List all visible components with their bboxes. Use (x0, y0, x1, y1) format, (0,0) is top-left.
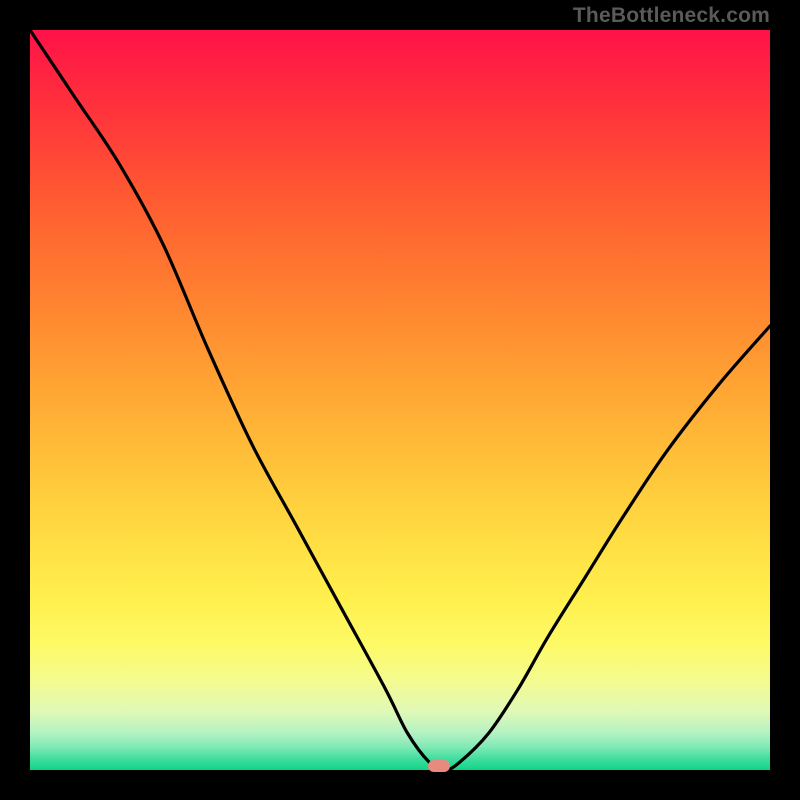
bottleneck-curve (30, 30, 770, 770)
chart-container: TheBottleneck.com (0, 0, 800, 800)
curve-path (30, 30, 770, 770)
optimal-marker (428, 760, 450, 772)
watermark-text: TheBottleneck.com (573, 4, 770, 28)
